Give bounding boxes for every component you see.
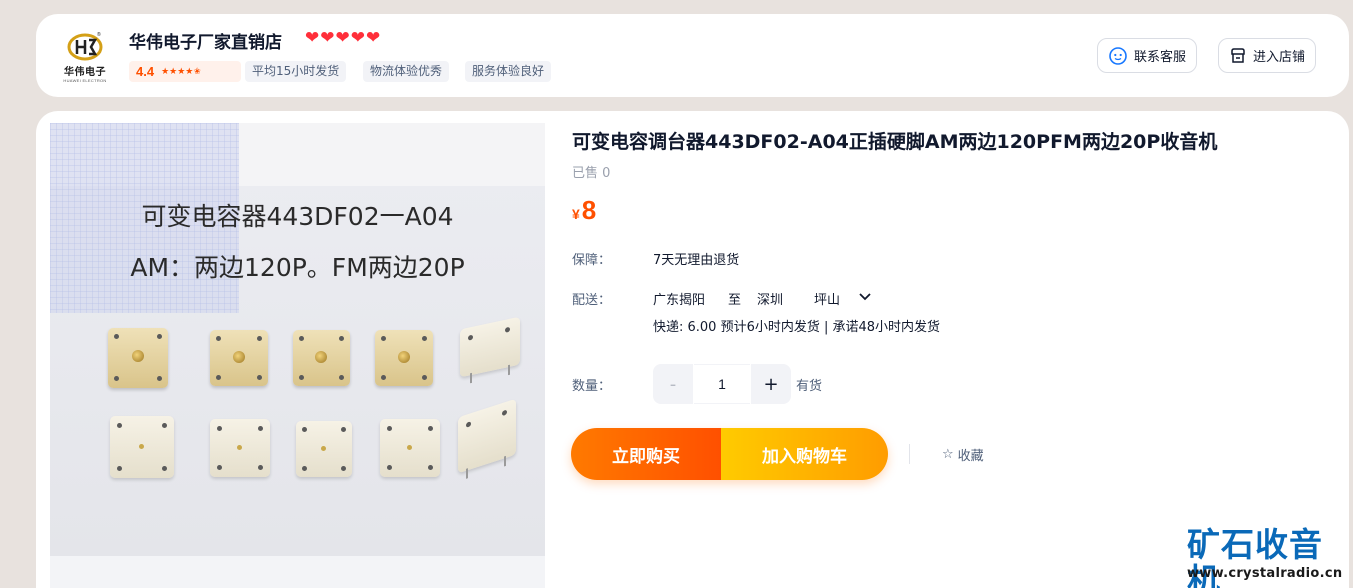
purchase-button-group: 立即购买 加入购物车: [571, 428, 888, 480]
quantity-increase-button[interactable]: +: [751, 364, 791, 404]
product-main-card: 可变电容器443DF02一A04 AM：两边120P。FM两边20P 可变电容调…: [36, 111, 1349, 588]
capacitor-photo: [380, 419, 440, 477]
sold-count: 已售 0: [572, 166, 611, 181]
heart-icon: ❤: [335, 28, 350, 48]
capacitor-photo: [110, 416, 174, 478]
store-icon: [1231, 47, 1245, 63]
price-currency: ¥: [572, 206, 580, 222]
buy-now-button[interactable]: 立即购买: [571, 428, 721, 480]
shop-tag-shipping: 平均15小时发货: [245, 61, 347, 82]
heart-icon: ❤: [366, 28, 381, 48]
shop-tag-service: 服务体验良好: [465, 61, 552, 82]
quantity-input[interactable]: 1: [694, 364, 750, 404]
favorite-label: 收藏: [957, 449, 984, 464]
guarantee-value[interactable]: 7天无理由退货: [653, 249, 739, 268]
guarantee-label: 保障：: [572, 253, 612, 268]
shop-rating-score: 4.4: [136, 64, 155, 79]
product-title: 可变电容调台器443DF02-A04正插硬脚AM两边120PFM两边20P收音机: [572, 131, 1218, 153]
image-caption-line1: 可变电容器443DF02一A04: [141, 202, 454, 231]
capacitor-photo: [460, 316, 520, 384]
shop-rating: 4.4 ★★★★✬: [129, 61, 241, 82]
rating-stars-icon: ★★★★✬: [161, 66, 201, 77]
price-value: 8: [581, 195, 597, 225]
shop-logo-subtext: HUAWEI ELECTRON: [63, 78, 107, 83]
favorite-button[interactable]: ☆ 收藏: [942, 445, 984, 464]
shop-credit-hearts: ❤ ❤ ❤ ❤ ❤: [305, 28, 380, 48]
quantity-stepper: - 1 +: [653, 364, 791, 404]
capacitor-photo: [108, 328, 168, 388]
divider: [909, 444, 910, 464]
ship-to-city[interactable]: 深圳: [757, 289, 783, 308]
chevron-down-icon[interactable]: [858, 292, 872, 302]
enter-store-label: 进入店铺: [1253, 50, 1306, 65]
quantity-label: 数量：: [572, 379, 612, 394]
capacitor-photo: [210, 419, 270, 477]
product-main-image[interactable]: 可变电容器443DF02一A04 AM：两边120P。FM两边20P: [50, 123, 545, 556]
image-thumbnail-strip: [50, 556, 545, 588]
capacitor-photo: [296, 421, 352, 477]
capacitor-photo: [210, 330, 268, 386]
customer-service-icon: [1109, 46, 1127, 65]
enter-store-button[interactable]: 进入店铺: [1218, 38, 1317, 73]
capacitor-photo: [293, 330, 350, 386]
add-to-cart-button[interactable]: 加入购物车: [721, 428, 888, 480]
capacitor-photo: [375, 330, 433, 386]
shop-header-card: ® 华伟电子 HUAWEI ELECTRON 华伟电子厂家直销店 ❤ ❤ ❤ ❤…: [36, 14, 1349, 97]
shop-logo-text: 华伟电子: [64, 67, 106, 78]
shipping-label: 配送：: [572, 293, 612, 308]
quantity-decrease-button[interactable]: -: [653, 364, 693, 404]
ship-to-word: 至: [728, 293, 742, 308]
image-caption-line2: AM：两边120P。FM两边20P: [130, 253, 465, 282]
shop-tag-logistics: 物流体验优秀: [363, 61, 450, 82]
contact-service-button[interactable]: 联系客服: [1097, 38, 1198, 73]
stock-status: 有货: [796, 379, 823, 394]
shop-logo-icon: ®: [67, 31, 103, 61]
shipping-detail: 快递: 6.00 预计6小时内发货 | 承诺48小时内发货: [653, 320, 941, 335]
watermark-url: www.crystalradio.cn: [1187, 566, 1343, 581]
product-price: ¥ 8: [572, 195, 596, 226]
capacitor-photo: [458, 398, 516, 479]
heart-icon: ❤: [305, 28, 320, 48]
shop-logo[interactable]: ® 华伟电子 HUAWEI ELECTRON: [56, 30, 114, 88]
star-icon: ☆: [942, 447, 954, 462]
shop-name[interactable]: 华伟电子厂家直销店: [129, 28, 282, 53]
ship-from: 广东揭阳: [653, 293, 706, 308]
ship-to-district[interactable]: 坪山: [814, 289, 840, 308]
heart-icon: ❤: [350, 28, 365, 48]
contact-service-label: 联系客服: [1134, 50, 1187, 65]
svg-text:®: ®: [97, 31, 101, 38]
heart-icon: ❤: [320, 28, 335, 48]
